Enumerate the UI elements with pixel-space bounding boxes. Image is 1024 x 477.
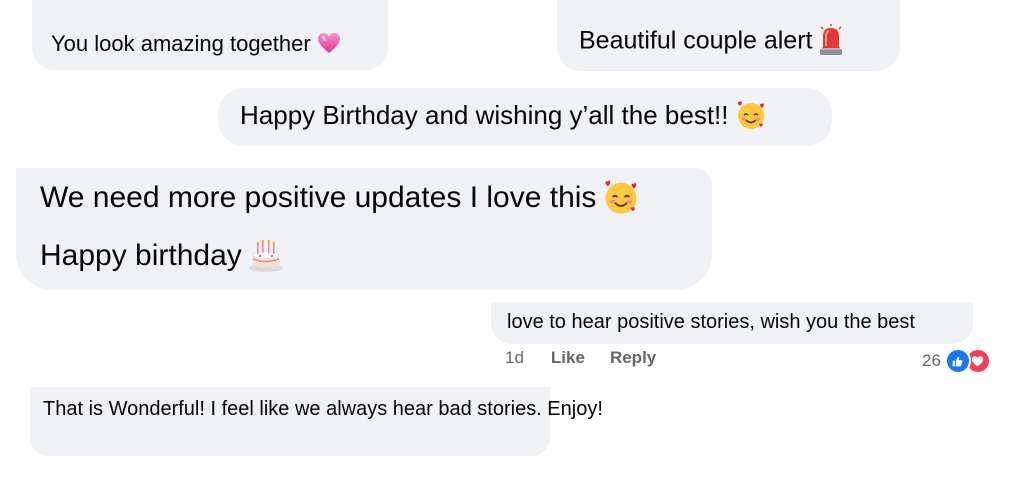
reply-button[interactable]: Reply	[610, 348, 656, 368]
comment-timestamp: 1d	[505, 348, 524, 367]
comment-bubble: You look amazing together	[32, 0, 388, 70]
smiling-face-with-hearts-icon	[735, 99, 767, 131]
comment-text: You look amazing together	[51, 31, 311, 56]
birthday-cake-icon	[248, 237, 284, 273]
like-button[interactable]: Like	[551, 348, 585, 368]
comment-line: Happy birthday	[40, 239, 712, 275]
comment-bubble: Happy Birthday and wishing y’all the bes…	[218, 88, 832, 146]
comment-bubble: love to hear positive stories, wish you …	[491, 302, 973, 344]
comment-line: We need more positive updates I love thi…	[40, 180, 712, 218]
comment-text: That is Wonderful! I feel like we always…	[43, 398, 603, 420]
comment-bubble: We need more positive updates I love thi…	[16, 168, 712, 290]
comment-text: Happy birthday	[40, 239, 242, 272]
comment-text: Beautiful couple alert	[579, 26, 813, 55]
comment-text: We need more positive updates I love thi…	[40, 180, 597, 214]
siren-icon	[818, 24, 844, 56]
comment-text: Happy Birthday and wishing y’all the bes…	[240, 100, 729, 130]
comment-thread: You look amazing together Beautiful coup…	[0, 0, 1024, 477]
reaction-summary[interactable]: 26	[922, 348, 991, 374]
reaction-count: 26	[922, 351, 941, 370]
pink-heart-icon	[317, 32, 341, 54]
comment-actions: 1d Like Reply	[505, 348, 681, 368]
comment-bubble: Beautiful couple alert	[557, 0, 900, 71]
smiling-face-with-hearts-icon	[602, 178, 640, 216]
like-icon	[944, 348, 971, 374]
comment-text: love to hear positive stories, wish you …	[507, 311, 915, 333]
comment-bubble: That is Wonderful! I feel like we always…	[30, 387, 603, 456]
